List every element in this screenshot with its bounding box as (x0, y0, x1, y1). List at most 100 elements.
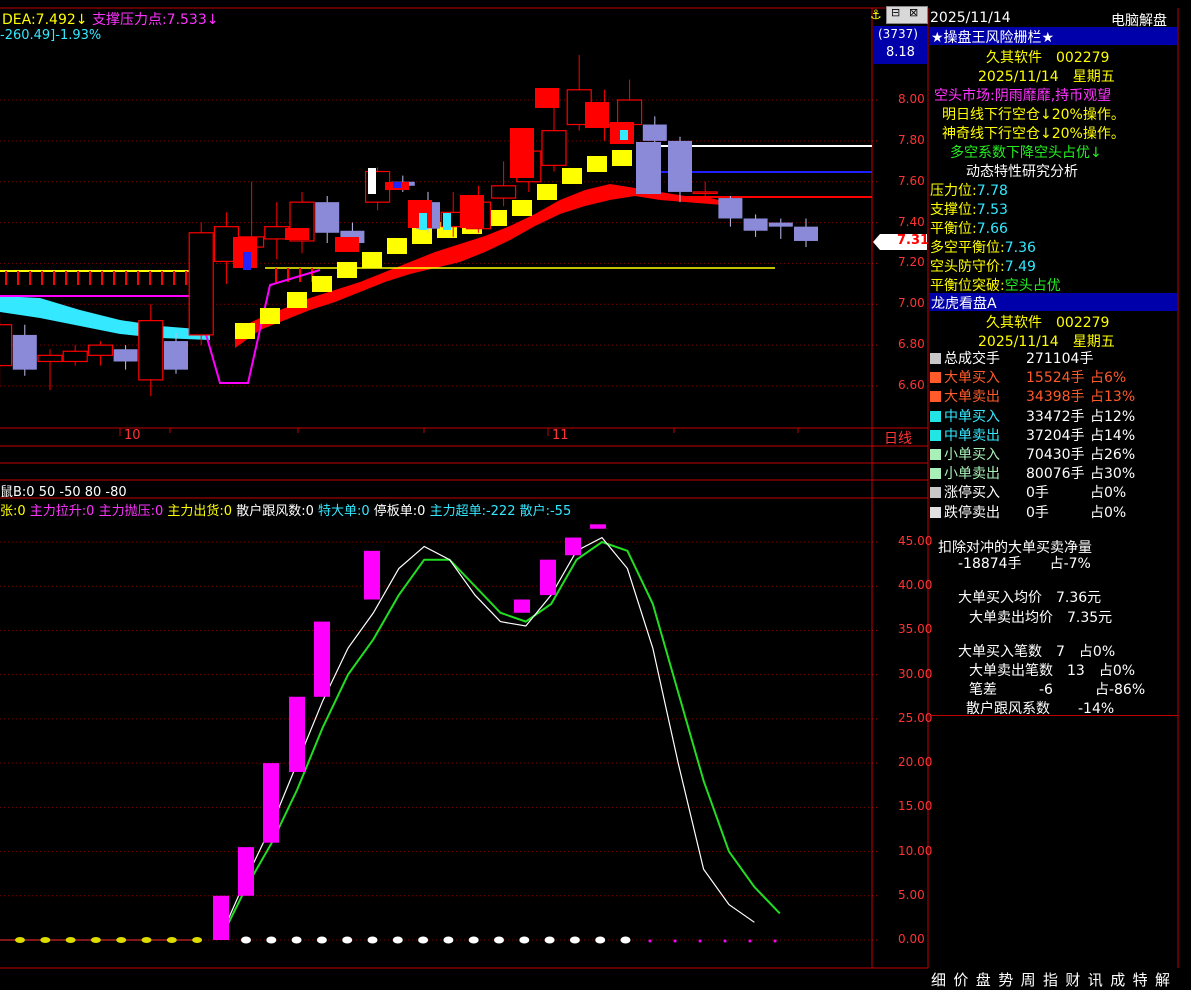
legend-item: 主力出货:0 (167, 504, 233, 519)
candle-body-down (12, 334, 37, 370)
candle-accent (443, 213, 451, 230)
signal-line1: 明日线下行空仓↓20%操作。 (942, 107, 1125, 123)
top-legend: DEA:7.492↓ 支撑压力点:7.533↓ (2, 9, 218, 29)
volume-label: 涨停买入 (944, 485, 1000, 502)
volume-pct: 占0% (1090, 485, 1127, 502)
indicator-dot (65, 937, 76, 943)
volume-value: 271104手 (1026, 351, 1094, 367)
indicator-bar (238, 847, 254, 896)
volume-value: 70430手 (1026, 447, 1085, 463)
legend-swatch (930, 468, 941, 480)
period-label[interactable]: 日线 (884, 428, 912, 448)
volume-row: 涨停买入 0手 占0% (930, 484, 1126, 502)
current-price-value: 7.31 (897, 233, 930, 248)
candle-body-up (138, 320, 164, 381)
indicator-dot (544, 936, 555, 944)
support-value: 支撑压力点:7.533 (91, 12, 207, 28)
indicator-dot (519, 936, 530, 944)
bottom-tab[interactable]: 成 (1110, 969, 1125, 990)
price-tick-label: 7.40 (898, 214, 925, 229)
window-controls[interactable]: ⊟ ⊠ (886, 6, 928, 24)
indicator-dot (392, 936, 403, 944)
candle-body-up (188, 232, 214, 336)
indicator-tick-label: 10.00 (898, 843, 933, 858)
indicator-dot (418, 936, 429, 944)
volume-row: 中单买入 33472手 占12% (930, 408, 1135, 426)
price-tick-label: 7.20 (898, 255, 925, 270)
price-tick-label: 7.00 (898, 296, 925, 311)
price-box-high: 8.18 (886, 45, 915, 60)
bottom-tab[interactable]: 价 (953, 969, 968, 990)
ls-balance-level: 多空平衡位:7.36 (930, 240, 1036, 256)
indicator-tick-label: 30.00 (898, 666, 933, 681)
sub-header-row1: 鼠B:0 50 -50 80 -80 (0, 481, 127, 500)
bottom-tab[interactable]: 特 (1133, 969, 1148, 990)
close-icon[interactable]: ⊠ (909, 6, 918, 19)
legend-swatch (930, 449, 941, 460)
candle-accent (243, 252, 251, 270)
indicator-dot (192, 937, 203, 943)
volume-pct: 占30% (1090, 466, 1136, 483)
bottom-tab[interactable]: 势 (998, 969, 1013, 990)
indicator-dot (367, 936, 378, 944)
volume-pct: 占14% (1090, 427, 1136, 444)
legend-swatch (930, 410, 941, 422)
legend-item: 散户跟风数:0 (236, 504, 314, 519)
bottom-tab[interactable]: 指 (1043, 969, 1058, 990)
indicator-dot (620, 936, 631, 944)
current-price-tag: 7.31 (873, 233, 930, 251)
avg-buy-line: 大单买入均价 7.36元 (958, 590, 1102, 606)
indicator-dot (443, 936, 454, 944)
candle-body-up (0, 324, 13, 367)
bottom-tab[interactable]: 盘 (976, 969, 991, 990)
sub-header-row2: 张:0 主力拉升:0 主力抛压:0 主力出货:0 散户跟风数:0 特大单:0 停… (0, 500, 571, 519)
company-name-2: 久其软件 002279 (986, 315, 1110, 331)
legend-item: 特大单:0 (317, 504, 370, 519)
yellow-block (587, 156, 607, 172)
candle-body-up (541, 130, 567, 166)
volume-row: 大单买入 15524手 占6% (930, 369, 1126, 387)
yellow-block (562, 168, 582, 184)
volume-row: 小单买入 70430手 占26% (930, 446, 1135, 464)
indicator-dot (141, 937, 152, 943)
indicator-dot (342, 936, 353, 944)
yellow-block (312, 276, 332, 292)
minimize-icon[interactable]: ⊟ (891, 6, 900, 19)
yellow-block (612, 150, 632, 166)
bottom-tab[interactable]: 细 (931, 969, 946, 990)
bottom-tab[interactable]: 周 (1021, 969, 1036, 990)
bottom-tab[interactable]: 解 (1155, 969, 1170, 990)
candle-filled (510, 128, 534, 178)
balance-level: 平衡位:7.66 (930, 221, 1008, 237)
indicator-tick-label: 0.00 (898, 932, 925, 946)
pin-icon[interactable]: ⚓ (870, 8, 882, 23)
indicator-dot (266, 936, 277, 944)
bottom-tab[interactable]: 财 (1065, 969, 1080, 990)
legend-swatch (930, 429, 941, 441)
candle-accent (368, 168, 376, 194)
volume-value: 33472手 (1026, 408, 1085, 425)
indicator-dot (116, 937, 127, 943)
candle-body-up (692, 191, 718, 195)
volume-row: 大单卖出 34398手 占13% (930, 388, 1135, 406)
candle-accent (419, 213, 427, 230)
x-axis-ticks (119, 428, 799, 436)
volume-value: 80076手 (1026, 466, 1085, 483)
legend-item: 主力拉升:0 (29, 504, 95, 519)
avg-sell-line: 大单卖出均价 7.35元 (969, 610, 1113, 626)
indicator-dot (316, 936, 327, 944)
indicator-bar (364, 550, 380, 600)
section1-title: ★操盘王风险栅栏★ (931, 30, 1055, 46)
indicator-bar (590, 524, 606, 529)
candle-body-down (315, 202, 340, 233)
volume-row: 中单卖出 37204手 占14% (930, 427, 1135, 445)
candle-filled (460, 195, 484, 228)
indicator-dot (468, 936, 479, 944)
candle-body-down (743, 218, 768, 231)
panel-date-line-2: 2025/11/14 星期五 (978, 334, 1115, 350)
diff-line: 笔差 -6 占-86% (969, 682, 1146, 698)
candle-body-down (794, 226, 818, 241)
pressure-level: 压力位:7.78 (930, 183, 1008, 199)
bottom-tab[interactable]: 讯 (1088, 969, 1103, 990)
candle-body-up (62, 350, 88, 363)
